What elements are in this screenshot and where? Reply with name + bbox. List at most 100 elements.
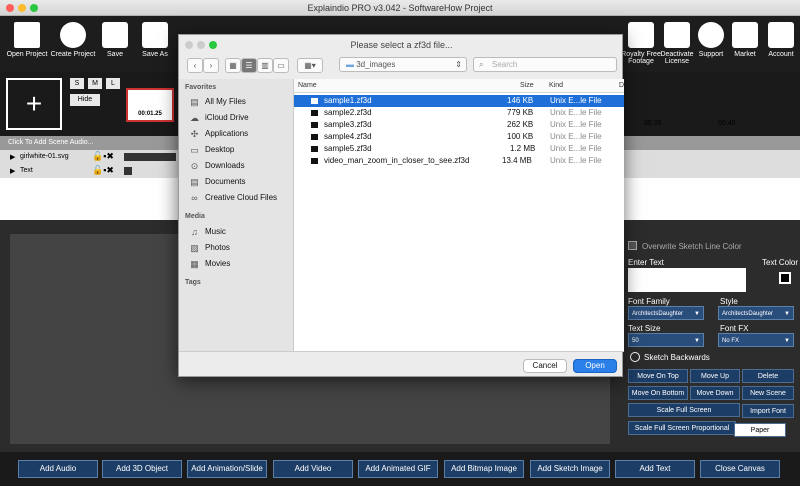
sidebar-item-applications[interactable]: ✣ Applications (189, 127, 291, 141)
file-icon (311, 146, 318, 152)
sidebar-item-music[interactable]: ♫ Music (189, 225, 291, 239)
file-icon (311, 158, 318, 164)
movies-icon: ▦ (190, 258, 199, 269)
open-project-button[interactable]: Open Project (4, 20, 50, 70)
file-row[interactable]: sample3.zf3d 262 KB Unix E...le File (294, 119, 624, 131)
scale-full-screen-button[interactable]: Scale Full Screen (628, 403, 740, 417)
floppy-pencil-icon (142, 22, 168, 48)
plus-icon (60, 22, 86, 48)
applications-icon: ✣ (190, 128, 199, 139)
add-audio-button[interactable]: Add Audio (18, 460, 98, 478)
minimize-window-icon[interactable] (18, 4, 26, 12)
delete-button[interactable]: Delete (742, 369, 794, 383)
add-text-button[interactable]: Add Text (615, 460, 695, 478)
forward-icon[interactable]: › (203, 58, 219, 73)
size-large-button[interactable]: L (106, 78, 120, 89)
dialog-footer: Cancel Open (179, 351, 624, 378)
move-up-button[interactable]: Move Up (690, 369, 740, 383)
add-video-button[interactable]: Add Video (273, 460, 353, 478)
file-list: Name Size Kind D sample1.zf3d 146 KB Unix … (294, 79, 624, 351)
file-row[interactable]: sample4.zf3d 100 KB Unix E...le File (294, 131, 624, 143)
sidebar-item-creative-cloud-files[interactable]: ∞ Creative Cloud Files (189, 191, 291, 205)
create-project-button[interactable]: Create Project (50, 20, 96, 70)
file-row[interactable]: sample2.zf3d 779 KB Unix E...le File (294, 107, 624, 119)
move-down-button[interactable]: Move Down (690, 386, 740, 400)
scale-full-screen-proportional-button[interactable]: Scale Full Screen Proportional (628, 421, 736, 435)
move-on-top-button[interactable]: Move On Top (628, 369, 688, 383)
coverflow-view-icon[interactable]: ▭ (273, 58, 289, 73)
icon-view-icon[interactable]: ▦ (225, 58, 241, 73)
expand-arrow-icon[interactable]: ▶ (10, 167, 15, 175)
arrange-icon[interactable]: ▦▾ (297, 58, 323, 73)
add-3d-object-button[interactable]: Add 3D Object (102, 460, 182, 478)
size-small-button[interactable]: S (70, 78, 84, 89)
file-row[interactable]: sample5.zf3d 1.2 MB Unix E...le File (294, 143, 624, 155)
account-button[interactable]: Account (758, 20, 800, 70)
track-bar[interactable] (124, 153, 176, 161)
folder-popup[interactable]: ▬ 3d_images ⇕ (339, 57, 467, 72)
open-button[interactable]: Open (573, 359, 617, 373)
add-sketch-image-button[interactable]: Add Sketch Image (530, 460, 610, 478)
file-open-dialog: Please select a zf3d file... ‹ › ▦ ☰ ▥ ▭… (178, 34, 624, 378)
column-name[interactable]: Name (298, 82, 317, 89)
column-date[interactable]: D (619, 82, 624, 89)
search-field[interactable]: ⌕ Search (473, 57, 617, 72)
cancel-button[interactable]: Cancel (523, 359, 567, 373)
add-animated-gif-button[interactable]: Add Animated GIF (358, 460, 438, 478)
documents-icon: ▤ (190, 176, 199, 187)
track-bar[interactable] (124, 167, 132, 175)
sidebar-item-downloads[interactable]: ⊙ Downloads (189, 159, 291, 173)
lock-icon[interactable]: 🔓▪✖ (92, 151, 126, 162)
font-fx-select[interactable]: No FX (718, 333, 794, 348)
overwrite-checkbox[interactable] (628, 241, 637, 250)
close-canvas-button[interactable]: Close Canvas (700, 460, 780, 478)
import-font-button[interactable]: Import Font (742, 404, 794, 418)
zoom-window-icon[interactable] (30, 4, 38, 12)
dialog-sidebar: Favorites ▤ All My Files ☁ iCloud Drive ✣ A… (179, 79, 294, 351)
sidebar-item-all-my-files[interactable]: ▤ All My Files (189, 95, 291, 109)
lock-icon[interactable]: 🔓▪✖ (92, 165, 126, 176)
column-kind[interactable]: Kind (549, 82, 563, 89)
column-view-icon[interactable]: ▥ (257, 58, 273, 73)
text-input[interactable] (628, 268, 746, 292)
save-as-button[interactable]: Save As (132, 20, 178, 70)
sidebar-item-icloud-drive[interactable]: ☁ iCloud Drive (189, 111, 291, 125)
size-medium-button[interactable]: M (88, 78, 102, 89)
file-icon (311, 122, 318, 128)
new-scene-button[interactable]: New Scene (742, 386, 794, 400)
add-animation-slide-button[interactable]: Add Animation/Slide (187, 460, 267, 478)
file-icon (311, 134, 318, 140)
text-size-select[interactable]: 50 (628, 333, 704, 348)
file-icon (311, 98, 318, 104)
bottom-toolbar: Add Audio Add 3D Object Add Animation/Sl… (0, 452, 800, 486)
dialog-toolbar: ‹ › ▦ ☰ ▥ ▭ ▦▾ ▬ 3d_images ⇕ ⌕ Search (179, 55, 624, 77)
sidebar-item-desktop[interactable]: ▭ Desktop (189, 143, 291, 157)
add-scene-button[interactable]: + (6, 78, 62, 130)
paper-button[interactable]: Paper (734, 423, 786, 437)
hide-button[interactable]: Hide (70, 94, 100, 106)
expand-arrow-icon[interactable]: ▶ (10, 153, 15, 161)
close-window-icon[interactable] (6, 4, 14, 12)
font-family-select[interactable]: ArchitectsDaughter (628, 306, 704, 321)
file-row[interactable]: video_man_zoom_in_closer_to_see.zf3d 13.4… (294, 155, 624, 167)
move-on-bottom-button[interactable]: Move On Bottom (628, 386, 688, 400)
add-bitmap-image-button[interactable]: Add Bitmap Image (444, 460, 524, 478)
style-select[interactable]: ArchitectsDaughter (718, 306, 794, 321)
text-color-swatch[interactable] (779, 272, 791, 284)
column-size[interactable]: Size (520, 82, 534, 89)
photos-icon: ▨ (190, 242, 199, 253)
list-view-icon[interactable]: ☰ (241, 58, 257, 73)
scene-time: 00:01.25 (128, 111, 172, 120)
license-icon (664, 22, 690, 48)
sidebar-item-documents[interactable]: ▤ Documents (189, 175, 291, 189)
back-icon[interactable]: ‹ (187, 58, 203, 73)
scene-thumbnail[interactable]: 00:01.25 (126, 88, 174, 122)
sidebar-item-movies[interactable]: ▦ Movies (189, 257, 291, 271)
properties-panel: Overwrite Sketch Line Color Enter Text T… (624, 236, 800, 452)
support-icon (698, 22, 724, 48)
file-row[interactable]: sample1.zf3d 146 KB Unix E...le File (294, 95, 624, 107)
sketch-backwards-checkbox[interactable] (630, 352, 640, 362)
sidebar-item-photos[interactable]: ▨ Photos (189, 241, 291, 255)
cart-icon (732, 22, 758, 48)
file-icon (14, 22, 40, 48)
